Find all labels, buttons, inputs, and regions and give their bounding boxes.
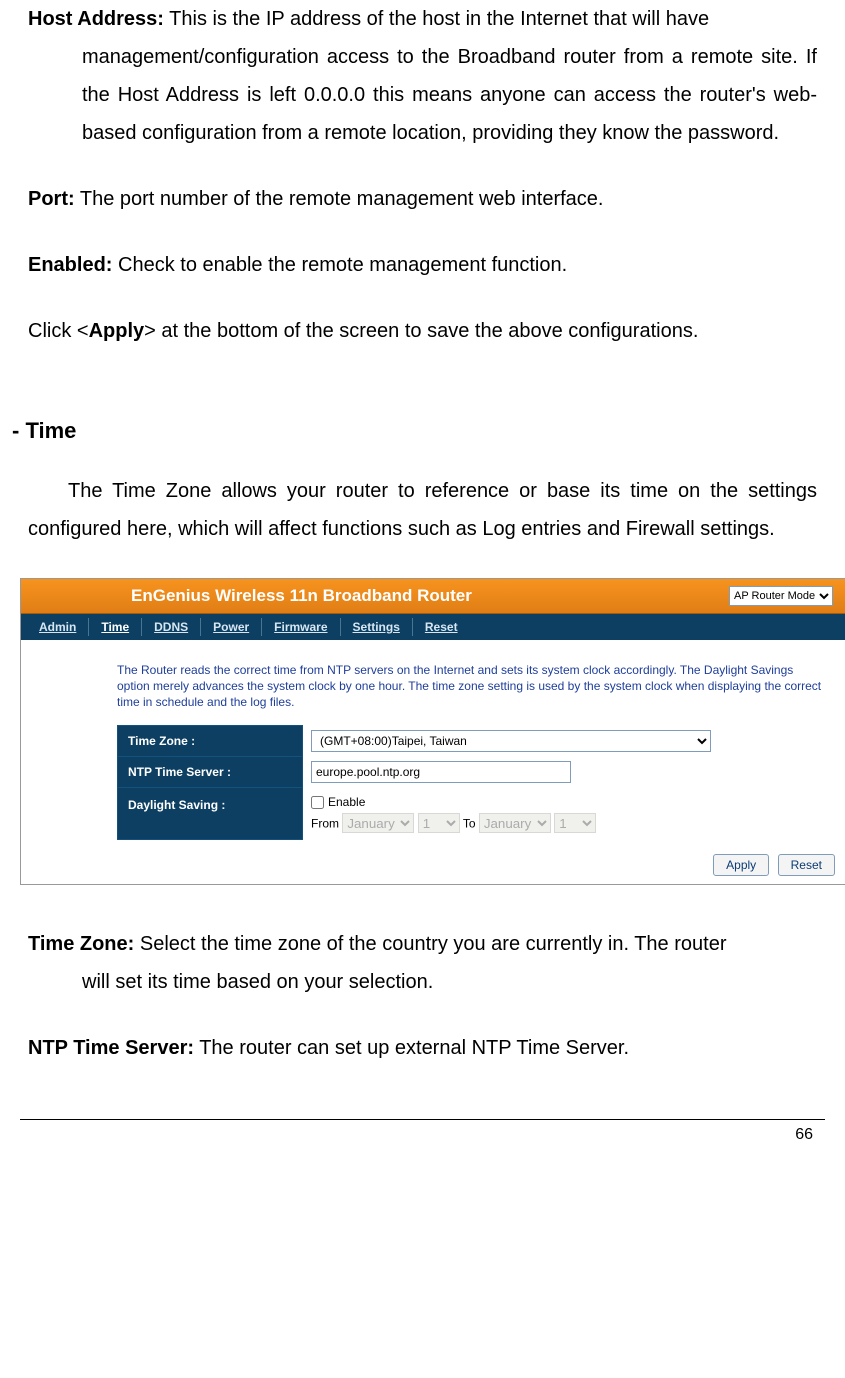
- tab-time[interactable]: Time: [89, 618, 142, 636]
- def-host-label: Host Address:: [28, 8, 164, 30]
- def-enabled-label: Enabled:: [28, 254, 112, 276]
- def-port-label: Port:: [28, 188, 75, 210]
- button-row: Apply Reset: [21, 844, 845, 884]
- apply-post: > at the bottom of the screen to save th…: [144, 320, 698, 342]
- def-host-text-first: This is the IP address of the host in th…: [169, 8, 709, 30]
- router-body: The Router reads the correct time from N…: [21, 640, 845, 844]
- apply-bold: Apply: [89, 320, 145, 342]
- ds-from-month[interactable]: January: [342, 813, 414, 833]
- def-timezone: Time Zone: Select the time zone of the c…: [28, 925, 817, 1001]
- ds-to-day[interactable]: 1: [554, 813, 596, 833]
- def-enabled-text: Check to enable the remote management fu…: [118, 254, 567, 276]
- tab-power[interactable]: Power: [201, 618, 262, 636]
- ds-block: Enable From January 1 To January 1: [311, 792, 814, 836]
- def-port: Port: The port number of the remote mana…: [28, 180, 817, 218]
- router-title-bar: EnGenius Wireless 11n Broadband Router A…: [21, 579, 845, 614]
- ds-to-label: To: [463, 817, 476, 831]
- tab-admin[interactable]: Admin: [27, 618, 89, 636]
- tab-reset[interactable]: Reset: [413, 618, 470, 636]
- def-host: Host Address: This is the IP address of …: [28, 0, 817, 152]
- tab-settings[interactable]: Settings: [341, 618, 413, 636]
- section-time-body: The Time Zone allows your router to refe…: [28, 472, 817, 548]
- apply-button[interactable]: Apply: [713, 854, 769, 876]
- ds-enable-checkbox[interactable]: [311, 796, 324, 809]
- section-time-heading: - Time: [12, 418, 817, 444]
- def-tz-label: Time Zone:: [28, 933, 134, 955]
- ds-row-label: Daylight Saving :: [118, 787, 303, 840]
- mode-select[interactable]: AP Router Mode: [729, 586, 833, 606]
- router-title: EnGenius Wireless 11n Broadband Router: [131, 586, 472, 606]
- router-tab-bar: Admin Time DDNS Power Firmware Settings …: [21, 614, 845, 640]
- router-desc: The Router reads the correct time from N…: [117, 662, 823, 711]
- def-enabled: Enabled: Check to enable the remote mana…: [28, 246, 817, 284]
- apply-instruction: Click <Apply> at the bottom of the scree…: [28, 312, 817, 350]
- def-ntp-label: NTP Time Server:: [28, 1037, 194, 1059]
- def-ntp-text: The router can set up external NTP Time …: [199, 1037, 629, 1059]
- router-ui-screenshot: EnGenius Wireless 11n Broadband Router A…: [20, 578, 845, 885]
- def-port-text: The port number of the remote management…: [80, 188, 604, 210]
- reset-button[interactable]: Reset: [778, 854, 835, 876]
- def-host-text-rest: management/configuration access to the B…: [28, 38, 817, 152]
- ds-from-day[interactable]: 1: [418, 813, 460, 833]
- tz-row-label: Time Zone :: [118, 725, 303, 756]
- ds-from-label: From: [311, 817, 339, 831]
- page-number: 66: [28, 1126, 817, 1144]
- footer-rule: [20, 1119, 825, 1120]
- tz-select[interactable]: (GMT+08:00)Taipei, Taiwan: [311, 730, 711, 752]
- config-table: Time Zone : (GMT+08:00)Taipei, Taiwan NT…: [117, 725, 823, 841]
- ds-to-month[interactable]: January: [479, 813, 551, 833]
- ntp-input[interactable]: [311, 761, 571, 783]
- tab-ddns[interactable]: DDNS: [142, 618, 201, 636]
- ds-enable-text: Enable: [328, 795, 365, 809]
- apply-pre: Click <: [28, 320, 89, 342]
- tab-firmware[interactable]: Firmware: [262, 618, 340, 636]
- def-ntp: NTP Time Server: The router can set up e…: [28, 1029, 817, 1067]
- ntp-row-label: NTP Time Server :: [118, 756, 303, 787]
